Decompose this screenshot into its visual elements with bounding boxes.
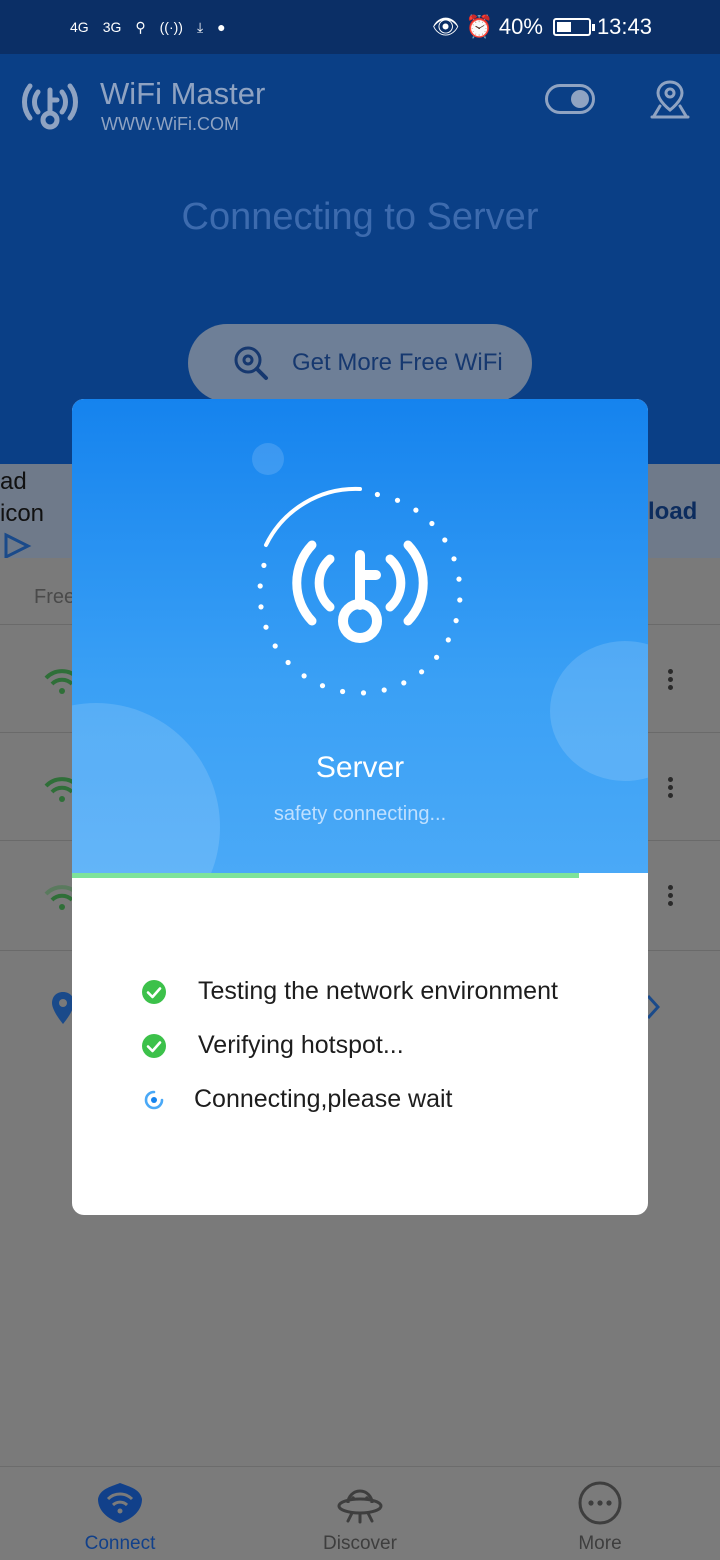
ring-dot — [419, 669, 425, 675]
ring-dot — [394, 497, 401, 503]
ring-dot — [258, 604, 264, 610]
wifi-search-icon — [234, 346, 268, 380]
ring-dot — [434, 654, 440, 660]
ad-play-icon — [4, 532, 32, 560]
battery-percent: 40% — [498, 14, 543, 39]
connecting-title: Connecting to Server — [181, 196, 539, 238]
decor-bubble — [252, 443, 284, 475]
step-verifying-hotspot: Verifying hotspot... — [142, 1031, 404, 1060]
ring-dot — [381, 687, 387, 693]
ring-dot — [457, 597, 463, 603]
ring-dot — [301, 673, 307, 679]
ring-dot — [413, 507, 419, 513]
nav-discover[interactable]: Discover — [240, 1467, 480, 1560]
dialog-title: Server — [315, 751, 405, 784]
nav-connect[interactable]: Connect — [0, 1467, 240, 1560]
signal-4g-icon: 4G — [70, 19, 89, 35]
usb-icon: ⚲ — [135, 18, 146, 35]
wifi-key-logo-icon — [22, 83, 78, 130]
location-map-icon[interactable] — [648, 78, 692, 120]
ring-dot — [445, 637, 451, 643]
ring-dot — [456, 576, 462, 582]
toggle-icon[interactable] — [545, 84, 595, 114]
dialog-header: Server safety connecting... — [72, 399, 648, 873]
ad-download-button[interactable]: load — [648, 498, 697, 526]
signal-3g-icon: 3G — [102, 19, 122, 35]
status-right: 👁 ⏰ 40% 13:43 — [432, 14, 652, 40]
ring-dot — [340, 688, 346, 695]
step-label: Verifying hotspot... — [198, 1031, 404, 1059]
step-label: Connecting,please wait — [194, 1085, 453, 1113]
dialog-subtitle: safety connecting... — [273, 803, 447, 825]
row-more-icon[interactable] — [664, 774, 676, 804]
ring-dot — [360, 690, 367, 696]
check-circle-icon — [142, 979, 166, 1004]
ring-dot — [319, 683, 326, 689]
step-label: Testing the network environment — [198, 977, 558, 1005]
ad-icon-alt-text: ad icon — [0, 468, 45, 527]
chevron-right-icon[interactable] — [646, 994, 660, 1020]
ring-dot — [401, 680, 407, 686]
connection-progress-fill — [72, 873, 579, 878]
hotspot-icon: ((·)) — [159, 19, 183, 35]
connecting-dialog: Server safety connecting... Testing the … — [72, 399, 648, 1215]
row-more-icon[interactable] — [664, 882, 676, 912]
ring-dot — [272, 643, 278, 649]
status-bar: 4G 3G ⚲ ((·)) ⤓ ● 👁 ⏰ 40% 13:43 — [0, 0, 720, 54]
ring-dot — [453, 618, 459, 624]
ring-dot — [285, 659, 291, 666]
eye-icon: 👁 — [431, 14, 460, 39]
battery-icon — [552, 18, 595, 36]
app-notification-icon: ● — [217, 19, 226, 35]
get-more-wifi-label: Get More Free WiFi — [292, 349, 503, 376]
step-connecting: Connecting,please wait — [142, 1085, 453, 1114]
app-url: WWW.WiFi.COM — [101, 114, 239, 134]
ring-dot — [257, 583, 263, 589]
ring-dot — [374, 491, 380, 498]
app-title: WiFi Master — [100, 76, 266, 111]
alarm-icon: ⏰ — [465, 14, 493, 39]
get-more-wifi-button[interactable]: Get More Free WiFi — [188, 324, 532, 402]
decor-bubble — [72, 703, 220, 873]
nav-more[interactable]: More — [480, 1467, 720, 1560]
check-circle-icon — [142, 1033, 166, 1058]
ring-dot — [451, 556, 457, 562]
connection-progress-bar — [72, 873, 648, 878]
nav-label-connect: Connect — [84, 1533, 156, 1554]
free-section-label: Free — [34, 586, 76, 608]
loading-spinner-icon — [144, 1090, 164, 1109]
row-more-icon[interactable] — [664, 666, 676, 696]
wifi-shield-icon — [98, 1483, 142, 1523]
ufo-icon — [337, 1489, 383, 1524]
connecting-ring-icon — [257, 486, 463, 696]
ring-dot — [261, 562, 267, 568]
bottom-navigation: Connect Discover More — [0, 1466, 720, 1560]
nav-label-more: More — [578, 1533, 622, 1554]
step-testing-network: Testing the network environment — [142, 977, 558, 1006]
clock: 13:43 — [596, 14, 652, 39]
download-icon: ⤓ — [196, 18, 204, 35]
ring-dot — [442, 537, 448, 543]
nav-label-discover: Discover — [323, 1533, 397, 1554]
ring-dot — [429, 520, 435, 527]
ring-dot — [263, 624, 269, 630]
status-left: 4G 3G ⚲ ((·)) ⤓ ● — [70, 19, 226, 36]
more-circle-icon — [578, 1481, 622, 1525]
